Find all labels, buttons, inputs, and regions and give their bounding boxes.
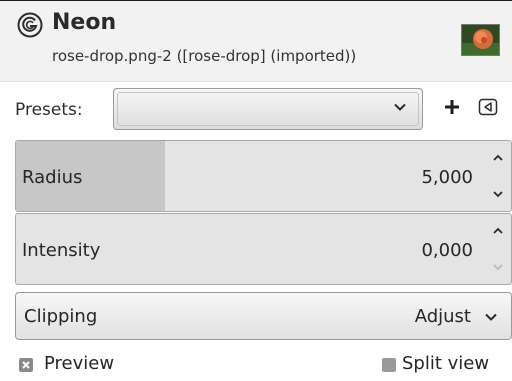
- gegl-filter-icon: [17, 12, 43, 38]
- intensity-label: Intensity: [22, 240, 101, 261]
- clipping-dropdown[interactable]: Clipping Adjust: [15, 292, 512, 340]
- add-preset-button[interactable]: [440, 93, 464, 121]
- radius-value[interactable]: 5,000: [421, 167, 473, 188]
- preview-label[interactable]: Preview: [44, 353, 114, 374]
- intensity-decrement-icon[interactable]: [491, 260, 505, 274]
- presets-dropdown[interactable]: [113, 88, 423, 130]
- clipping-label: Clipping: [24, 306, 98, 327]
- radius-spinscale[interactable]: Radius 5,000: [15, 140, 512, 212]
- presets-menu-button[interactable]: [478, 98, 498, 116]
- presets-label: Presets:: [15, 100, 83, 120]
- clipping-value: Adjust: [414, 306, 471, 327]
- image-name: rose-drop.png-2 ([rose-drop] (imported)): [52, 47, 357, 65]
- chevron-down-icon: [485, 313, 497, 321]
- preview-checkbox[interactable]: [19, 358, 33, 372]
- split-view-label[interactable]: Split view: [402, 353, 489, 374]
- intensity-increment-icon[interactable]: [491, 224, 505, 238]
- rose-thumbnail: [461, 24, 500, 56]
- intensity-value[interactable]: 0,000: [421, 240, 473, 261]
- radius-label: Radius: [22, 167, 83, 188]
- radius-increment-icon[interactable]: [491, 151, 505, 165]
- radius-decrement-icon[interactable]: [491, 187, 505, 201]
- chevron-down-icon: [394, 103, 406, 111]
- filter-title: Neon: [52, 10, 117, 35]
- intensity-spinscale[interactable]: Intensity 0,000: [15, 213, 512, 285]
- filter-header: Neon rose-drop.png-2 ([rose-drop] (impor…: [0, 1, 512, 82]
- split-view-checkbox[interactable]: [382, 358, 396, 372]
- presets-entry[interactable]: [117, 92, 419, 126]
